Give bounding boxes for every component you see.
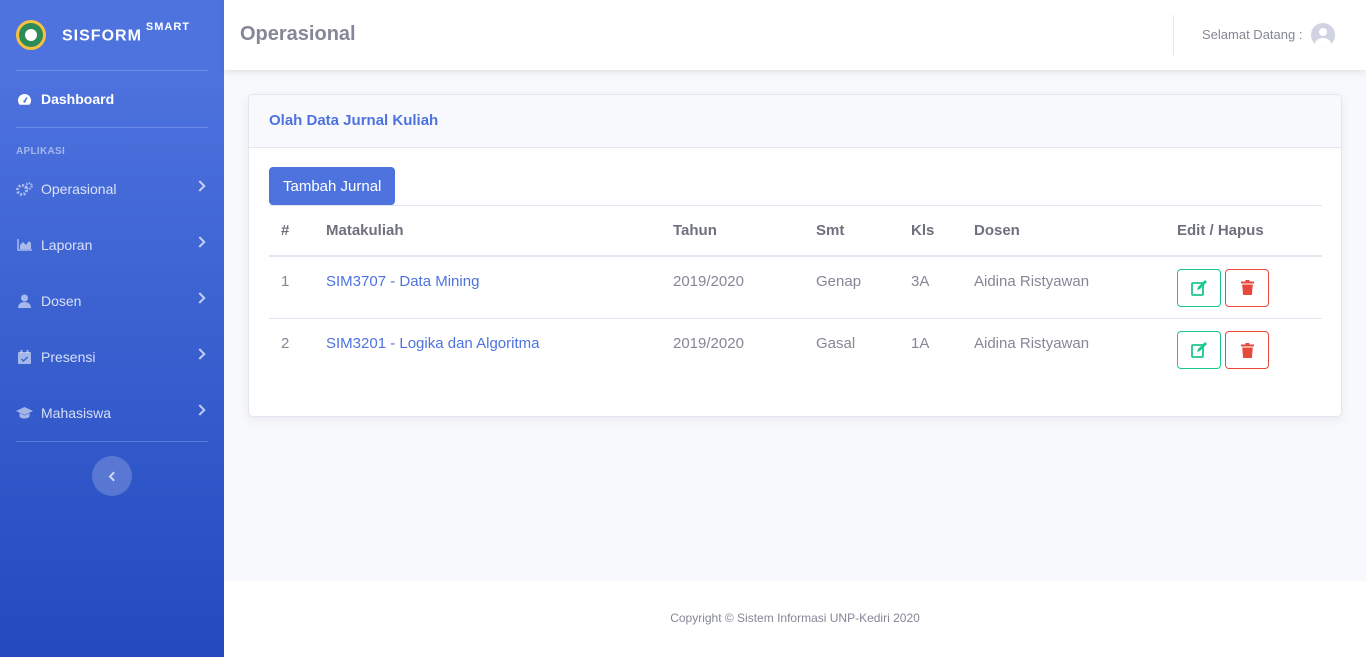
- sidebar: SISFORMSMART Dashboard APLIKASI Operasio…: [0, 0, 224, 657]
- lecturer: Aidina Ristyawan: [962, 255, 1165, 319]
- trash-icon: [1240, 342, 1254, 358]
- sidebar-divider: [16, 441, 208, 442]
- course-link[interactable]: SIM3707 - Data Mining: [314, 255, 661, 319]
- sidebar-item-label: Dashboard: [41, 91, 115, 107]
- brand-name: SISFORM: [62, 27, 142, 45]
- class: 3A: [899, 255, 962, 319]
- university-logo: [16, 20, 46, 50]
- edit-icon: [1191, 279, 1207, 296]
- sidebar-toggle-button[interactable]: [92, 456, 132, 496]
- lecturer: Aidina Ristyawan: [974, 335, 1090, 352]
- sidebar-item-operasional[interactable]: Operasional: [0, 161, 224, 217]
- sidebar-item-label: Laporan: [41, 237, 93, 253]
- chevron-right-icon: [194, 292, 206, 304]
- row-number: 1: [269, 255, 314, 319]
- sidebar-item-dosen[interactable]: Dosen: [0, 273, 224, 329]
- calendar-check-icon: [16, 350, 33, 364]
- column-header-number: #: [269, 205, 314, 257]
- trash-icon: [1240, 280, 1254, 295]
- page-title: Operasional: [240, 23, 356, 45]
- graduation-cap-icon: [16, 406, 33, 420]
- sidebar-brand[interactable]: SISFORMSMART: [0, 0, 224, 70]
- table-row: 2 SIM3201 - Logika dan Algoritma 2019/20…: [269, 319, 1322, 382]
- brand-superscript: SMART: [145, 20, 190, 33]
- chevron-right-icon: [194, 404, 206, 416]
- row-actions: [1177, 268, 1310, 307]
- tachometer-icon: [16, 92, 33, 106]
- card-title: Olah Data Jurnal Kuliah: [269, 112, 439, 129]
- avatar[interactable]: [1311, 23, 1335, 47]
- card-header: Olah Data Jurnal Kuliah: [249, 95, 1341, 148]
- sidebar-item-label: Mahasiswa: [41, 405, 112, 421]
- welcome-text[interactable]: Selamat Datang :: [1202, 27, 1302, 42]
- edit-button[interactable]: [1177, 331, 1221, 369]
- topbar-divider: [1173, 15, 1174, 55]
- delete-button[interactable]: [1225, 268, 1269, 307]
- edit-icon: [1191, 342, 1207, 358]
- column-header-kls: Kls: [899, 205, 962, 257]
- chevron-left-icon: [108, 471, 119, 481]
- sidebar-heading: APLIKASI: [16, 146, 66, 157]
- column-header-matakuliah: Matakuliah: [314, 205, 661, 257]
- journal-card: Olah Data Jurnal Kuliah Tambah Jurnal # …: [248, 94, 1342, 417]
- column-header-dosen: Dosen: [962, 205, 1165, 257]
- row-number: 2: [281, 335, 290, 352]
- chevron-right-icon: [194, 180, 206, 192]
- user-icon: [16, 294, 33, 308]
- table-header-row: # Matakuliah Tahun Smt Kls Dosen Edit / …: [269, 205, 1322, 257]
- sidebar-item-presensi[interactable]: Presensi: [0, 329, 224, 385]
- chevron-right-icon: [194, 236, 206, 248]
- column-header-smt: Smt: [804, 205, 899, 257]
- sidebar-item-dashboard[interactable]: Dashboard: [0, 71, 224, 127]
- sidebar-item-label: Operasional: [41, 181, 117, 197]
- add-journal-button[interactable]: Tambah Jurnal: [269, 167, 396, 205]
- sidebar-item-laporan[interactable]: Laporan: [0, 217, 224, 273]
- semester: Gasal: [816, 335, 856, 352]
- column-header-actions: Edit / Hapus: [1165, 205, 1322, 257]
- academic-year: 2019/2020: [673, 335, 744, 352]
- sidebar-item-label: Dosen: [41, 293, 82, 309]
- footer: Copyright © Sistem Informasi UNP-Kediri …: [224, 581, 1366, 657]
- cogs-icon: [16, 182, 33, 196]
- topbar: Operasional Selamat Datang :: [224, 0, 1366, 70]
- column-header-tahun: Tahun: [661, 205, 804, 257]
- table-row: 1 SIM3707 - Data Mining 2019/2020 Genap …: [269, 255, 1322, 319]
- semester: Genap: [804, 255, 899, 319]
- sidebar-item-mahasiswa[interactable]: Mahasiswa: [0, 385, 224, 441]
- chart-area-icon: [16, 238, 33, 252]
- row-actions: [1177, 331, 1310, 369]
- journal-table: # Matakuliah Tahun Smt Kls Dosen Edit / …: [269, 205, 1322, 382]
- chevron-right-icon: [194, 348, 206, 360]
- course-link[interactable]: SIM3201 - Logika dan Algoritma: [314, 319, 661, 382]
- copyright-text: Copyright © Sistem Informasi UNP-Kediri …: [670, 611, 920, 625]
- delete-button[interactable]: [1225, 331, 1269, 369]
- edit-button[interactable]: [1177, 268, 1221, 307]
- class: 1A: [911, 335, 930, 352]
- sidebar-item-label: Presensi: [41, 349, 96, 365]
- academic-year: 2019/2020: [661, 255, 804, 319]
